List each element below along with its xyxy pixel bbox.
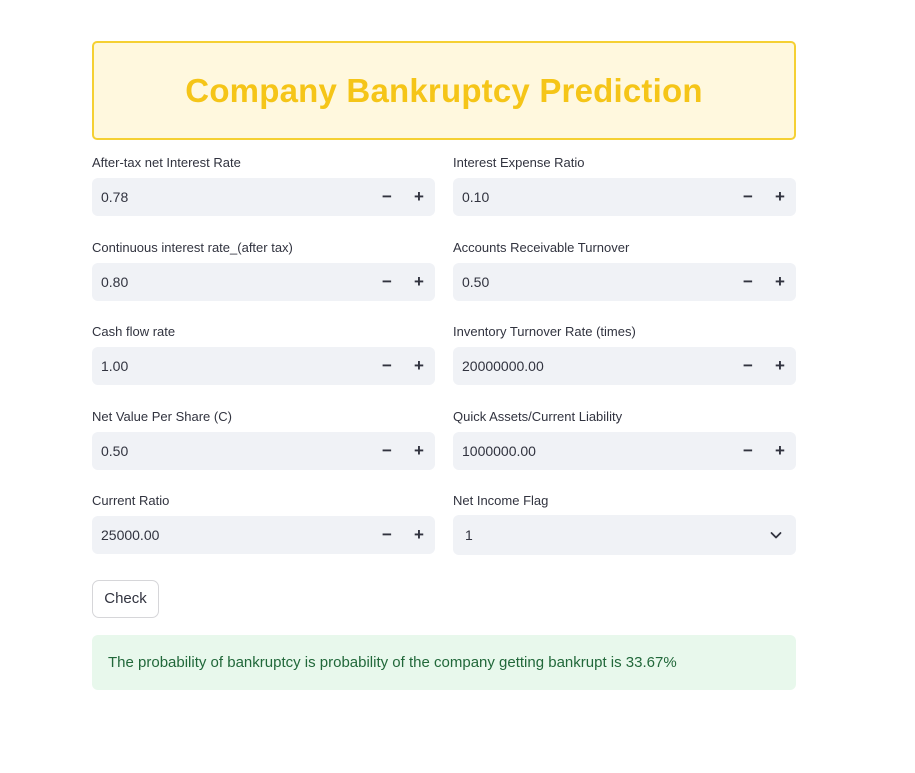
- number-input: 1000000.00 − +: [453, 431, 796, 470]
- field-continuous-interest-rate: Continuous interest rate_(after tax) 0.8…: [92, 240, 435, 325]
- decrement-button[interactable]: −: [371, 263, 403, 301]
- decrement-button[interactable]: −: [371, 432, 403, 470]
- page-title: Company Bankruptcy Prediction: [185, 71, 703, 109]
- increment-button[interactable]: +: [403, 263, 435, 301]
- number-input-value[interactable]: 25000.00: [92, 527, 371, 543]
- number-input-value[interactable]: 0.50: [92, 443, 371, 459]
- field-net-income-flag: Net Income Flag 1: [453, 493, 796, 578]
- increment-button[interactable]: +: [403, 432, 435, 470]
- increment-button[interactable]: +: [403, 516, 435, 554]
- field-label: Net Value Per Share (C): [92, 408, 232, 424]
- prediction-result-alert: The probability of bankruptcy is probabi…: [92, 634, 796, 690]
- number-input: 0.10 − +: [453, 178, 796, 216]
- number-input-value[interactable]: 20000000.00: [453, 358, 732, 374]
- number-input: 20000000.00 − +: [453, 347, 796, 385]
- number-input: 0.50 − +: [453, 262, 796, 301]
- field-after-tax-net-interest-rate: After-tax net Interest Rate 0.78 − +: [92, 155, 435, 240]
- decrement-button[interactable]: −: [732, 432, 764, 470]
- select-value: 1: [465, 527, 473, 543]
- field-cash-flow-rate: Cash flow rate 1.00 − +: [92, 324, 435, 409]
- input-grid: After-tax net Interest Rate 0.78 − + Int…: [92, 155, 796, 578]
- field-label: Net Income Flag: [453, 493, 549, 508]
- decrement-button[interactable]: −: [371, 178, 403, 216]
- increment-button[interactable]: +: [403, 347, 435, 385]
- net-income-flag-select[interactable]: 1: [453, 515, 796, 555]
- decrement-button[interactable]: −: [371, 347, 403, 385]
- field-label: Accounts Receivable Turnover: [453, 239, 630, 255]
- field-label: Inventory Turnover Rate (times): [453, 324, 636, 339]
- field-label: Quick Assets/Current Liability: [453, 408, 623, 424]
- field-label: After-tax net Interest Rate: [92, 155, 241, 170]
- field-interest-expense-ratio: Interest Expense Ratio 0.10 − +: [453, 155, 796, 240]
- number-input-value[interactable]: 0.78: [92, 189, 371, 205]
- field-label: Cash flow rate: [92, 324, 176, 339]
- increment-button[interactable]: +: [403, 178, 435, 216]
- increment-button[interactable]: +: [764, 347, 796, 385]
- field-label: Interest Expense Ratio: [453, 155, 585, 170]
- field-label: Continuous interest rate_(after tax): [92, 239, 293, 255]
- app-page: Company Bankruptcy Prediction After-tax …: [0, 0, 915, 773]
- number-input: 1.00 − +: [92, 347, 435, 385]
- chevron-down-icon[interactable]: [756, 528, 796, 542]
- number-input-value[interactable]: 1000000.00: [453, 443, 732, 459]
- field-label: Current Ratio: [92, 493, 170, 508]
- decrement-button[interactable]: −: [732, 347, 764, 385]
- number-input: 25000.00 − +: [92, 516, 435, 554]
- field-net-value-per-share: Net Value Per Share (C) 0.50 − +: [92, 409, 435, 494]
- title-banner: Company Bankruptcy Prediction: [92, 41, 796, 140]
- field-inventory-turnover-rate: Inventory Turnover Rate (times) 20000000…: [453, 324, 796, 409]
- increment-button[interactable]: +: [764, 178, 796, 216]
- number-input: 0.78 − +: [92, 178, 435, 216]
- decrement-button[interactable]: −: [732, 263, 764, 301]
- increment-button[interactable]: +: [764, 432, 796, 470]
- prediction-result-text: The probability of bankruptcy is probabi…: [108, 653, 677, 671]
- increment-button[interactable]: +: [764, 263, 796, 301]
- number-input-value[interactable]: 0.10: [453, 189, 732, 205]
- field-accounts-receivable-turnover: Accounts Receivable Turnover 0.50 − +: [453, 240, 796, 325]
- field-current-ratio: Current Ratio 25000.00 − +: [92, 493, 435, 578]
- number-input-value[interactable]: 1.00: [92, 358, 371, 374]
- decrement-button[interactable]: −: [371, 516, 403, 554]
- number-input: 0.50 − +: [92, 431, 435, 470]
- check-button[interactable]: Check: [92, 579, 159, 618]
- main-container: Company Bankruptcy Prediction After-tax …: [92, 41, 796, 690]
- number-input: 0.80 − +: [92, 262, 435, 301]
- number-input-value[interactable]: 0.80: [92, 274, 371, 290]
- number-input-value[interactable]: 0.50: [453, 274, 732, 290]
- field-quick-assets-current-liability: Quick Assets/Current Liability 1000000.0…: [453, 409, 796, 494]
- decrement-button[interactable]: −: [732, 178, 764, 216]
